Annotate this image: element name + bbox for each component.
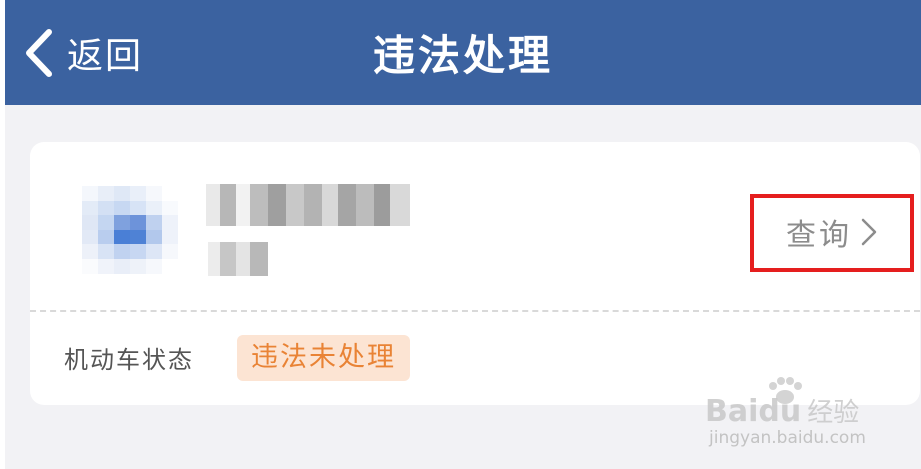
- vehicle-subinfo-redacted: [208, 242, 268, 276]
- chevron-right-icon: [852, 217, 878, 247]
- status-badge: 违法未处理: [237, 335, 410, 381]
- vehicle-card: 查询 机动车状态 违法未处理: [30, 142, 920, 405]
- status-label: 机动车状态: [64, 346, 194, 374]
- vehicle-image: [82, 186, 178, 274]
- nav-header: 返回 违法处理: [5, 0, 921, 105]
- query-button[interactable]: 查询: [786, 206, 878, 258]
- watermark-url: jingyan.baidu.com: [709, 428, 866, 448]
- plate-number-redacted: [206, 184, 410, 226]
- dashed-divider: [30, 310, 920, 312]
- query-label: 查询: [786, 218, 852, 253]
- app-screen: 返回 违法处理 查询 机动车状态 违法未处理 Baidu 经验 jingyan.…: [5, 0, 921, 469]
- page-title: 违法处理: [372, 31, 553, 80]
